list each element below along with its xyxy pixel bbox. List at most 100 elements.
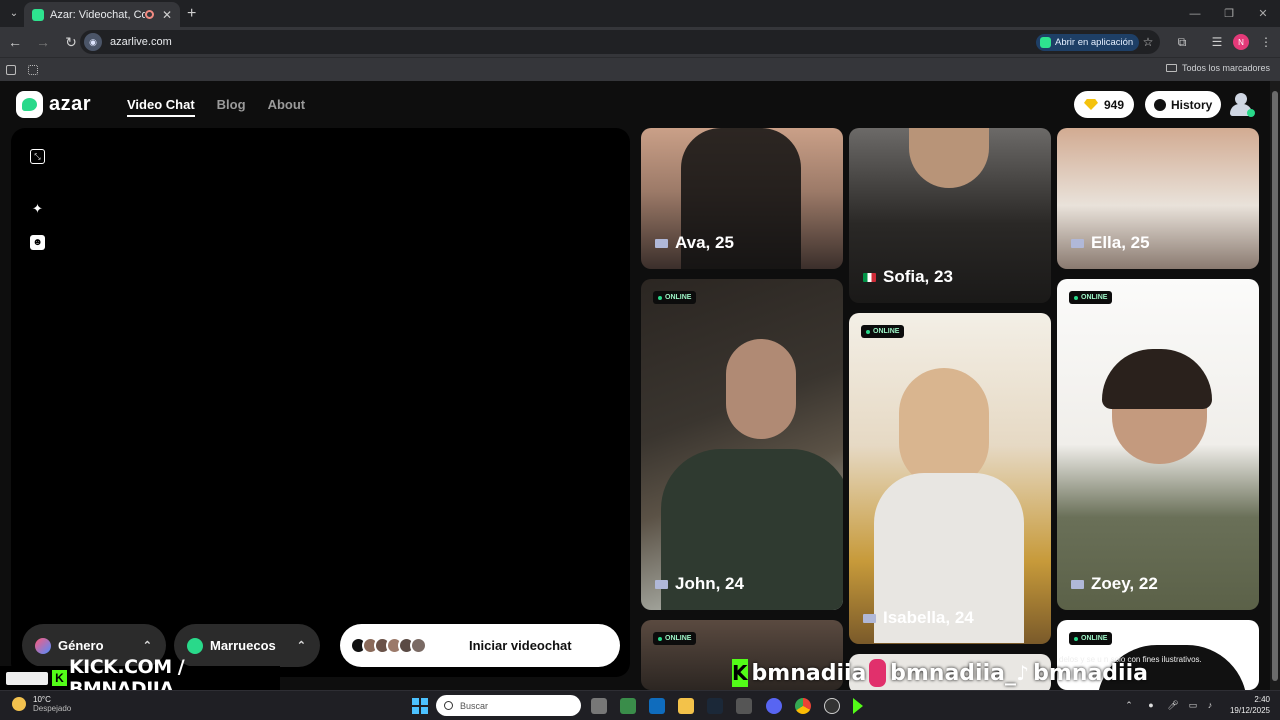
tray-app-icon[interactable]: ● bbox=[1146, 700, 1156, 710]
bookmark-page-icon[interactable] bbox=[6, 64, 16, 75]
nav-video-chat[interactable]: Video Chat bbox=[127, 97, 195, 117]
start-videochat-button[interactable]: Iniciar videochat bbox=[340, 624, 620, 667]
volume-icon[interactable]: ♪ bbox=[1205, 700, 1215, 710]
site-info-icon[interactable]: ◉ bbox=[84, 33, 102, 51]
user-avatar-button[interactable] bbox=[1230, 93, 1255, 117]
profile-card[interactable]: ONLINE Zoey, 22 bbox=[1057, 279, 1259, 610]
outlook-icon[interactable] bbox=[649, 698, 665, 714]
overlay-widget bbox=[6, 672, 48, 685]
taskbar-search[interactable]: Buscar bbox=[436, 695, 581, 716]
steam-icon[interactable] bbox=[707, 698, 723, 714]
us-flag-icon bbox=[655, 238, 668, 248]
menu-icon[interactable]: ⋮ bbox=[1256, 33, 1276, 51]
kick-handle: bmnadiia bbox=[751, 660, 867, 686]
fullscreen-icon[interactable]: ⤡ bbox=[30, 149, 45, 164]
store-icon[interactable] bbox=[620, 698, 636, 714]
all-bookmarks-button[interactable]: Todos los marcadores bbox=[1165, 63, 1270, 73]
page-scrollbar[interactable] bbox=[1270, 81, 1280, 690]
open-in-app-button[interactable]: Abrir en aplicación bbox=[1036, 34, 1140, 51]
address-bar[interactable]: ◉ azarlive.com bbox=[80, 30, 1160, 54]
face-filter-icon[interactable]: ☻ bbox=[30, 235, 45, 250]
gem-icon bbox=[1084, 99, 1098, 110]
online-badge: ONLINE bbox=[1069, 291, 1113, 304]
online-dot-icon bbox=[1247, 109, 1255, 117]
kick-logo-icon: K bbox=[732, 659, 748, 687]
profile-card[interactable]: ONLINE John, 24 bbox=[641, 279, 843, 610]
profile-card[interactable]: Sofia, 23 bbox=[849, 128, 1051, 303]
profile-name: Zoey, 22 bbox=[1071, 574, 1158, 594]
history-label: History bbox=[1171, 97, 1213, 112]
streaming-app-icon[interactable] bbox=[853, 698, 863, 714]
new-tab-icon[interactable]: + bbox=[187, 5, 196, 23]
obs-icon[interactable] bbox=[824, 698, 840, 714]
task-view-icon[interactable] bbox=[591, 698, 607, 714]
azar-favicon-icon bbox=[32, 8, 44, 21]
profile-name: Isabella, 24 bbox=[863, 608, 974, 628]
profile-button[interactable]: N bbox=[1231, 33, 1251, 51]
open-in-app-label: Abrir en aplicación bbox=[1055, 37, 1134, 48]
azar-site: azar Video Chat Blog About 949 History ⤡… bbox=[0, 81, 1270, 690]
weather-widget[interactable]: 10°C Despejado bbox=[12, 695, 71, 713]
forward-icon[interactable]: → bbox=[30, 29, 56, 55]
url-text: azarlive.com bbox=[110, 36, 172, 48]
microphone-icon[interactable]: 🎤︎ bbox=[1167, 700, 1178, 710]
clock[interactable]: 2:40 19/12/2025 bbox=[1230, 694, 1270, 716]
app-icon[interactable] bbox=[736, 698, 752, 714]
profile-card[interactable]: ONLINE Isabella, 24 bbox=[849, 313, 1051, 644]
network-icon[interactable]: ▭ bbox=[1188, 700, 1198, 710]
profile-card[interactable]: Ella, 25 bbox=[1057, 128, 1259, 269]
clock-time: 2:40 bbox=[1254, 695, 1270, 704]
bookmark-star-icon[interactable]: ☆ bbox=[1138, 33, 1158, 51]
close-window-icon[interactable]: ✕ bbox=[1246, 0, 1280, 27]
all-bookmarks-label: Todos los marcadores bbox=[1181, 63, 1270, 73]
globe-icon bbox=[187, 637, 203, 654]
profile-avatar: N bbox=[1233, 34, 1249, 50]
clock-date: 19/12/2025 bbox=[1229, 706, 1270, 715]
browser-tab[interactable]: Azar: Videochat, Conoce A ✕ bbox=[24, 2, 180, 27]
us-flag-icon bbox=[1071, 238, 1084, 248]
chevron-up-icon: ⌃ bbox=[296, 640, 306, 652]
profile-name: Sofia, 23 bbox=[863, 267, 953, 287]
close-tab-icon[interactable]: ✕ bbox=[162, 8, 172, 22]
history-button[interactable]: History bbox=[1145, 91, 1222, 118]
tray-chevron-icon[interactable]: ⌃ bbox=[1124, 700, 1134, 710]
kick-logo-icon: K bbox=[52, 670, 67, 686]
gender-icon bbox=[35, 637, 51, 654]
chrome-icon[interactable] bbox=[795, 698, 811, 714]
azar-logo[interactable]: azar bbox=[16, 91, 91, 118]
nav-blog[interactable]: Blog bbox=[217, 97, 246, 117]
folder-icon bbox=[1165, 64, 1177, 72]
discord-icon[interactable] bbox=[766, 698, 782, 714]
windows-taskbar: 10°C Despejado Buscar ⌃ ● 🎤︎ ▭ ♪ 2:40 19… bbox=[0, 690, 1280, 720]
country-filter-label: Marruecos bbox=[210, 638, 276, 653]
tab-search-icon[interactable]: ⌄ bbox=[6, 6, 22, 22]
extensions-icon[interactable]: ⧉ bbox=[1172, 33, 1192, 51]
tiktok-handle: bmnadiia bbox=[1033, 660, 1148, 686]
window-controls: — ❐ ✕ bbox=[1178, 0, 1280, 27]
azar-app-icon bbox=[1040, 37, 1051, 48]
profile-card[interactable]: Ava, 25 bbox=[641, 128, 843, 269]
nav-about[interactable]: About bbox=[268, 97, 306, 117]
gems-button[interactable]: 949 bbox=[1074, 91, 1135, 118]
effects-sparkle-icon[interactable]: ✦ bbox=[30, 201, 45, 216]
online-badge: ONLINE bbox=[653, 291, 697, 304]
video-panel: ⤡ ✦ ☻ bbox=[11, 128, 630, 677]
us-flag-icon bbox=[1071, 579, 1084, 589]
clock-icon bbox=[1154, 98, 1166, 111]
file-explorer-icon[interactable] bbox=[678, 698, 694, 714]
stream-overlay-right: K bmnadiia bmnadiia_ ♪ bmnadiia bbox=[728, 656, 1148, 690]
instagram-icon bbox=[869, 659, 887, 687]
gender-filter-label: Género bbox=[58, 638, 104, 653]
online-badge: ONLINE bbox=[861, 325, 905, 338]
tab-title: Azar: Videochat, Conoce A bbox=[50, 8, 145, 21]
minimize-icon[interactable]: — bbox=[1178, 0, 1212, 27]
apps-grid-icon[interactable] bbox=[28, 64, 38, 75]
italy-flag-icon bbox=[863, 272, 876, 282]
restore-icon[interactable]: ❐ bbox=[1212, 0, 1246, 27]
windows-start-icon[interactable] bbox=[412, 698, 428, 714]
bookmarks-bar: Todos los marcadores bbox=[0, 57, 1280, 81]
us-flag-icon bbox=[863, 613, 876, 623]
reading-list-icon[interactable]: ☰ bbox=[1207, 33, 1227, 51]
back-icon[interactable]: ← bbox=[2, 29, 28, 55]
tiktok-icon: ♪ bbox=[1016, 661, 1029, 685]
